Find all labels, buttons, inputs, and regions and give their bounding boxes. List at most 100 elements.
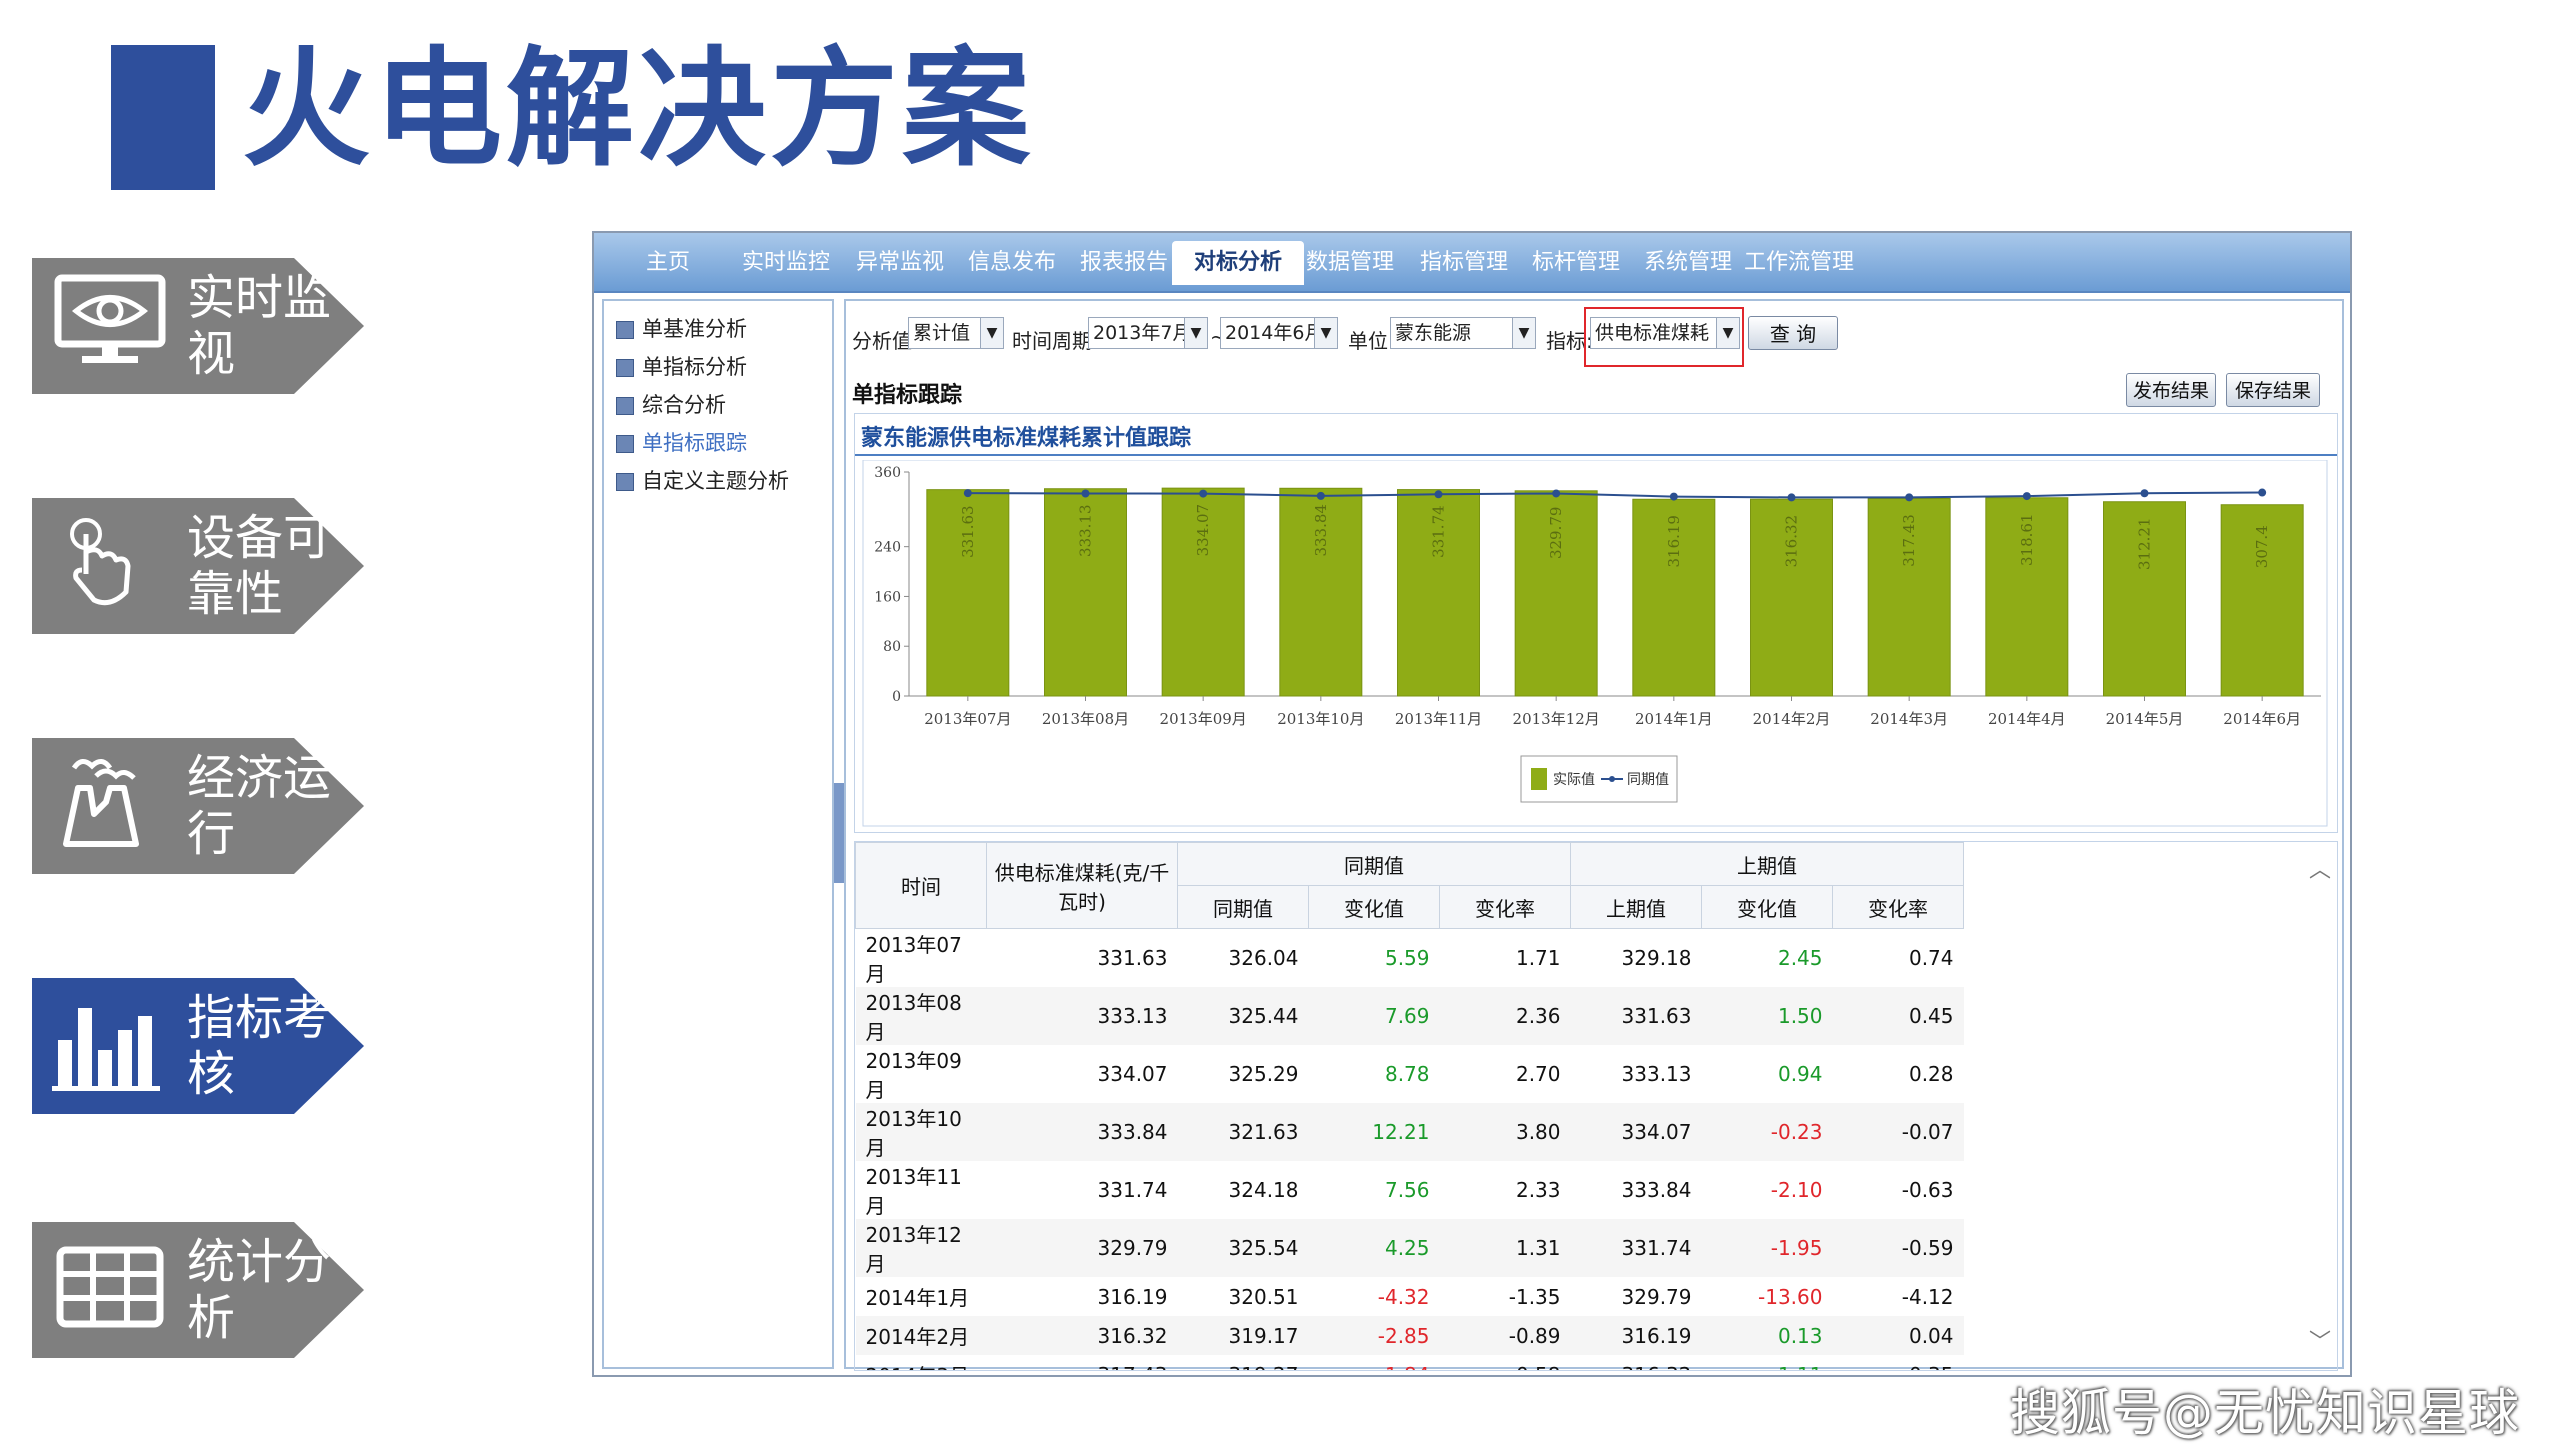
table-cell: 7.56: [1384, 1178, 1430, 1202]
table-cell: -1.35: [1508, 1284, 1561, 1309]
tab-10[interactable]: 工作流管理: [1744, 247, 1854, 279]
x-tick-label: 2013年12月: [1513, 710, 1600, 728]
bar-data-label: 307.4: [2253, 525, 2271, 568]
table-cell: 0.45: [1832, 987, 1964, 1045]
scroll-up-icon[interactable]: ︿: [2309, 852, 2331, 884]
table-cell: 325.54: [1177, 1219, 1309, 1277]
table-grid-icon: [46, 1236, 186, 1344]
tab-7[interactable]: 指标管理: [1420, 247, 1508, 279]
unit-select[interactable]: 蒙东能源 ▼: [1390, 317, 1536, 349]
line-point: [1316, 491, 1325, 500]
bar-data-label: 334.07: [1194, 504, 1212, 557]
legend-label: 同期值: [1627, 771, 1669, 787]
chevron-down-icon: ▼: [1184, 318, 1207, 348]
query-button[interactable]: 查 询: [1748, 316, 1838, 350]
table-cell: 1.31: [1439, 1219, 1571, 1277]
side-nav-item[interactable]: 统计分析: [32, 1222, 364, 1358]
table-cell: -1.95: [1701, 1219, 1833, 1277]
section-title: 单指标跟踪: [852, 383, 963, 408]
table-cell: 2.45: [1777, 946, 1823, 970]
period-from-value: 2013年7月: [1093, 322, 1192, 344]
table-cell: 2013年11月: [865, 1165, 962, 1218]
tab-2[interactable]: 异常监视: [856, 247, 944, 279]
tab-4[interactable]: 报表报告: [1080, 247, 1168, 279]
legend-swatch-point: [1609, 776, 1615, 782]
publish-button[interactable]: 发布结果: [2126, 373, 2216, 407]
tree-item[interactable]: 单基准分析: [616, 313, 747, 343]
table-cell: -0.07: [1832, 1103, 1964, 1161]
table-cell: -4.12: [1901, 1284, 1954, 1309]
table-cell: 331.74: [1097, 1178, 1168, 1202]
x-tick-label: 2013年07月: [924, 710, 1011, 728]
tab-6[interactable]: 数据管理: [1306, 247, 1394, 279]
tab-0[interactable]: 主页: [646, 247, 690, 279]
sub-header: 变化值: [1701, 885, 1833, 929]
tab-3[interactable]: 信息发布: [968, 247, 1056, 279]
table-cell: 7.69: [1308, 987, 1440, 1045]
tab-1[interactable]: 实时监控: [742, 247, 830, 279]
analysis-select-value: 累计值: [913, 322, 971, 344]
tab-9[interactable]: 系统管理: [1644, 247, 1732, 279]
table-cell: 333.13: [986, 987, 1178, 1045]
line-point: [2258, 488, 2267, 497]
tree-item-label: 单指标分析: [642, 355, 747, 379]
bar-data-label: 333.84: [1312, 504, 1330, 557]
table-cell: 316.19: [1097, 1284, 1168, 1309]
panel-splitter[interactable]: [834, 783, 844, 883]
side-nav-item[interactable]: 指标考核: [32, 978, 364, 1114]
table-cell: 333.84: [986, 1103, 1178, 1161]
group-prev-header: 上期值: [1570, 842, 1964, 886]
tab-5[interactable]: 对标分析: [1172, 241, 1305, 285]
main-panel: 分析值: 累计值 ▼ 时间周期: 2013年7月 ▼ ~ 2014年6月 ▼ 单…: [844, 299, 2344, 1371]
table-cell: 3.80: [1439, 1103, 1571, 1161]
sub-header: 变化率: [1439, 885, 1571, 929]
book-icon: [616, 435, 634, 453]
bar-data-label: 329.79: [1547, 507, 1565, 560]
tree-item-label: 综合分析: [642, 393, 726, 417]
side-nav-item[interactable]: 设备可靠性: [32, 498, 364, 634]
table-cell: 2013年09月: [865, 1049, 962, 1102]
table-cell: 316.32: [986, 1316, 1178, 1355]
bar-chart-icon: [46, 992, 186, 1100]
side-nav-item[interactable]: 经济运行: [32, 738, 364, 874]
table-cell: 2013年07月: [865, 933, 962, 986]
table-cell: 2014年3月: [856, 1355, 987, 1370]
table-cell: 0.35: [1833, 1355, 1964, 1371]
line-point: [1081, 489, 1090, 498]
table-cell: 1.50: [1701, 987, 1833, 1045]
tab-8[interactable]: 标杆管理: [1532, 247, 1620, 279]
period-from-select[interactable]: 2013年7月 ▼: [1088, 317, 1208, 349]
period-to-select[interactable]: 2014年6月 ▼: [1220, 317, 1338, 349]
period-label: 时间周期:: [1012, 329, 1099, 353]
tree-item[interactable]: 单指标分析: [616, 351, 747, 381]
table-cell: 325.29: [1228, 1062, 1299, 1086]
analysis-select[interactable]: 累计值 ▼: [908, 317, 1004, 349]
tree-item[interactable]: 自定义主题分析: [616, 465, 789, 495]
side-nav-item[interactable]: 实时监视: [32, 258, 364, 394]
table-cell: -2.10: [1770, 1178, 1823, 1202]
x-tick-label: 2014年1月: [1635, 710, 1713, 728]
table-cell: -4.32: [1377, 1284, 1430, 1309]
sub-header: 同期值: [1177, 885, 1309, 929]
touch-hand-icon: [46, 512, 186, 620]
save-button[interactable]: 保存结果: [2226, 373, 2320, 407]
period-to-value: 2014年6月: [1225, 322, 1324, 344]
table-cell: 2013年12月: [855, 1219, 987, 1277]
bar-data-label: 331.63: [959, 505, 977, 558]
x-tick-label: 2013年09月: [1160, 710, 1247, 728]
legend-swatch-bar: [1531, 768, 1547, 790]
x-tick-label: 2013年10月: [1277, 710, 1364, 728]
table-cell: 8.78: [1384, 1062, 1430, 1086]
side-nav-label: 统计分析: [187, 1234, 332, 1346]
side-nav-label: 经济运行: [187, 750, 332, 862]
scroll-down-icon[interactable]: ﹀: [2309, 1324, 2331, 1356]
tree-item[interactable]: 综合分析: [616, 389, 726, 419]
chart-title: 蒙东能源供电标准煤耗累计值跟踪: [861, 426, 1192, 451]
book-icon: [616, 321, 634, 339]
y-tick-label: 360: [874, 465, 901, 481]
table-cell: 0.04: [1832, 1316, 1964, 1355]
table-cell: 329.18: [1621, 946, 1692, 970]
tree-item[interactable]: 单指标跟踪: [616, 427, 747, 457]
x-tick-label: 2014年3月: [1870, 710, 1948, 728]
table-cell: 1.71: [1515, 946, 1561, 970]
